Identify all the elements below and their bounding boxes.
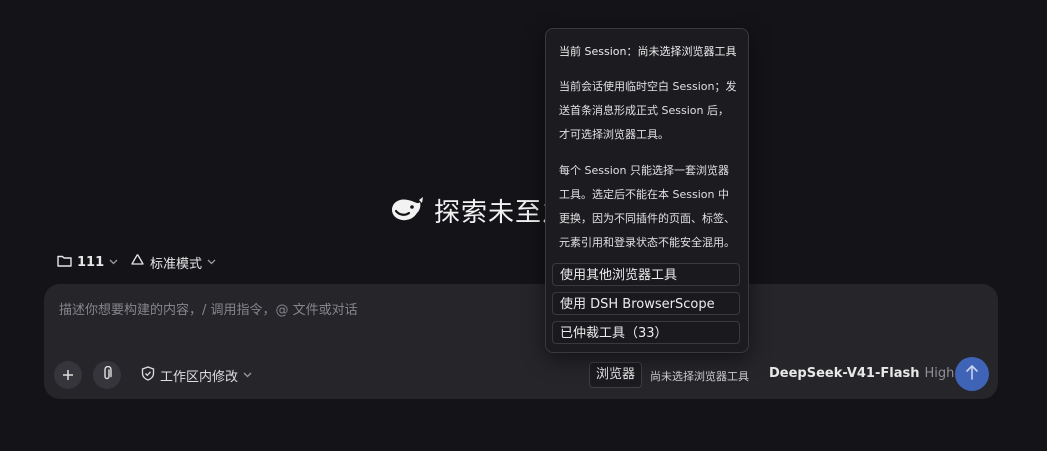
model-selector[interactable]: DeepSeek-V41-Flash High (769, 366, 968, 381)
recycle-icon (130, 253, 145, 271)
scope-label: 工作区内修改 (160, 370, 239, 385)
mode-selector[interactable]: 标准模式 (130, 252, 216, 272)
chevron-down-icon (243, 370, 252, 381)
composer-input[interactable]: 描述你想要构建的内容，/ 调用指令，@ 文件或对话 (59, 299, 358, 318)
scope-selector[interactable]: 工作区内修改 (141, 366, 252, 385)
attach-button[interactable] (93, 361, 121, 389)
page: 探索未至之境 111 标准模式 描述你想要构建的内容，/ 调用指令，@ 文件或对… (0, 0, 1047, 451)
option-dsh-browserscope[interactable]: 使用 DSH BrowserScope (552, 292, 740, 315)
shield-icon (141, 366, 155, 385)
popover-note: 每个 Session 只能选择一套浏览器工具。选定后不能在本 Session 中… (559, 164, 735, 249)
option-other-browser-tool[interactable]: 使用其他浏览器工具 (552, 263, 740, 286)
folder-selector[interactable]: 111 (57, 252, 118, 272)
folder-icon (57, 254, 72, 271)
popover-description: 当前会话使用临时空白 Session；发送首条消息形成正式 Session 后，… (559, 80, 737, 141)
browser-tool-popover: 当前 Session：尚未选择浏览器工具 当前会话使用临时空白 Session；… (545, 28, 749, 353)
arrow-up-icon (965, 364, 979, 384)
chevron-down-icon (109, 257, 118, 268)
paperclip-icon (101, 365, 113, 385)
option-arbitrated-tools[interactable]: 已仲裁工具（33） (552, 321, 740, 344)
whale-logo-icon (390, 195, 424, 225)
plus-icon (62, 366, 74, 385)
folder-label: 111 (77, 254, 105, 270)
browser-status: 尚未选择浏览器工具 (650, 370, 749, 383)
add-button[interactable] (54, 361, 82, 389)
model-name: DeepSeek-V41-Flash (769, 366, 920, 381)
browser-button[interactable]: 浏览器 (589, 362, 643, 388)
chevron-down-icon (207, 257, 216, 268)
send-button[interactable] (955, 357, 989, 391)
composer[interactable]: 描述你想要构建的内容，/ 调用指令，@ 文件或对话 工作区内修改 浏览器 尚未选… (44, 284, 998, 399)
popover-title: 当前 Session：尚未选择浏览器工具 (559, 45, 737, 58)
mode-label: 标准模式 (150, 256, 203, 272)
model-level: High (924, 366, 955, 381)
